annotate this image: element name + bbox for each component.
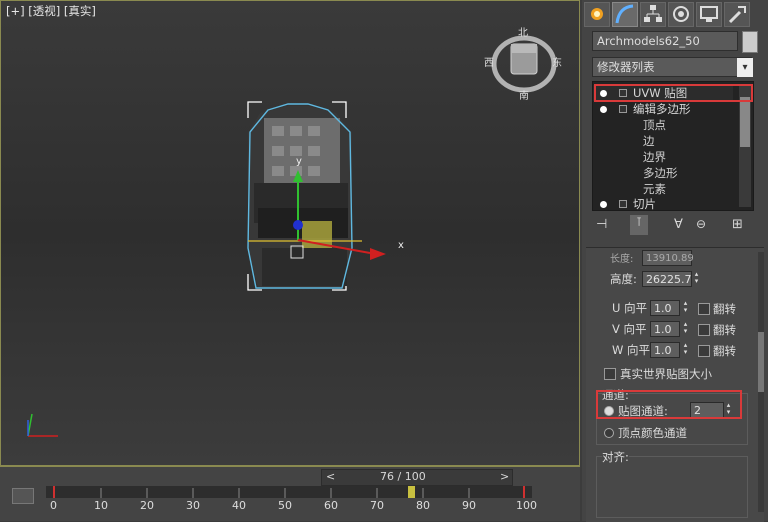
alignment-group [596, 456, 748, 518]
command-panel: Archmodels62_50 修改器列表 ▾ UVW 贴图 编辑多边形 顶点 … [582, 0, 768, 522]
tick-60: 60 [324, 499, 338, 512]
lightbulb-icon[interactable] [600, 106, 607, 113]
stack-item-edit-poly[interactable]: 编辑多边形 [593, 101, 733, 117]
spinner-arrows-icon[interactable]: ▴ ▾ [681, 342, 690, 358]
configure-sets-icon[interactable]: ⊞ [732, 217, 743, 232]
tick-30: 30 [186, 499, 200, 512]
u-tile-spinner[interactable]: 1.0 [650, 300, 680, 316]
stack-label: 切片 [633, 197, 656, 211]
utilities-tab-icon[interactable] [724, 2, 750, 27]
real-world-checkbox[interactable] [604, 368, 616, 380]
tick-100: 100 [516, 499, 537, 512]
stack-label: 多边形 [643, 166, 678, 180]
tick-90: 90 [462, 499, 476, 512]
motion-tab-icon[interactable] [668, 2, 694, 27]
mini-listener-icon[interactable] [12, 488, 34, 504]
timeline-area: < 76 / 100 > [0, 466, 580, 521]
time-prev-button[interactable]: < [326, 470, 335, 483]
time-slider[interactable]: < 76 / 100 > [321, 469, 513, 486]
timeline-separator [0, 466, 580, 467]
length-label: 长度: [610, 254, 634, 265]
viewcube-west[interactable]: 西 [484, 54, 494, 69]
frame-readout: 76 / 100 [380, 470, 426, 483]
stack-scrollbar[interactable] [739, 85, 751, 207]
vertex-color-label: 顶点颜色通道 [618, 426, 687, 440]
track-bar[interactable] [46, 486, 532, 498]
modifier-list-dropdown[interactable]: 修改器列表 [592, 57, 752, 77]
real-world-label: 真实世界贴图大小 [620, 367, 712, 381]
stack-toolbar: ⊣ ⊺ ∀ ⊖ ⊞ [592, 215, 752, 237]
highlight-map-channel [596, 390, 742, 419]
stack-item-slice[interactable]: 切片 [593, 196, 733, 212]
stack-label: 元素 [643, 182, 666, 196]
length-spinner[interactable]: 13910.89 [642, 250, 694, 266]
parameters-rollout: 长度: 13910.89 高度: 26225.7 ▴ ▾ U 向平 1.0 ▴ ▾ … [586, 247, 764, 522]
viewport-label[interactable]: [+] [透视] [真实] [6, 3, 96, 19]
time-next-button[interactable]: > [500, 470, 509, 483]
stack-sub-vertex[interactable]: 顶点 [643, 117, 666, 133]
stack-sub-polygon[interactable]: 多边形 [643, 165, 678, 181]
lightbulb-icon[interactable] [600, 201, 607, 208]
selected-model[interactable]: y x [240, 98, 410, 298]
tick-50: 50 [278, 499, 292, 512]
collapse-icon[interactable] [619, 105, 627, 113]
remove-modifier-icon[interactable]: ⊖ [696, 217, 706, 231]
tick-70: 70 [370, 499, 384, 512]
v-tile-label: V 向平 [612, 322, 647, 336]
spinner-arrows-icon[interactable]: ▴ ▾ [681, 321, 690, 337]
create-tab-icon[interactable] [584, 2, 610, 27]
make-unique-icon[interactable]: ∀ [674, 217, 683, 232]
stack-sub-border[interactable]: 边界 [643, 149, 666, 165]
w-flip-label: 翻转 [713, 344, 736, 358]
viewcube-south[interactable]: 南 [519, 87, 529, 102]
world-axis-icon [27, 413, 58, 437]
alignment-group-label: 对齐: [602, 449, 629, 465]
u-tile-label: U 向平 [612, 301, 648, 315]
vertex-color-radio[interactable] [604, 428, 614, 438]
highlight-uvw-map [594, 84, 753, 102]
tick-80: 80 [416, 499, 430, 512]
stack-sub-element[interactable]: 元素 [643, 181, 666, 197]
viewcube-east[interactable]: 东 [552, 54, 562, 69]
modify-tab-icon[interactable] [612, 2, 638, 27]
v-tile-spinner[interactable]: 1.0 [650, 321, 680, 337]
v-flip-checkbox[interactable] [698, 324, 710, 336]
tick-20: 20 [140, 499, 154, 512]
stack-label: 边 [643, 134, 655, 148]
spinner-arrows-icon[interactable]: ▴ ▾ [681, 300, 690, 316]
w-tile-spinner[interactable]: 1.0 [650, 342, 680, 358]
w-tile-label: W 向平 [612, 343, 651, 357]
height-label: 高度: [610, 272, 637, 286]
u-flip-label: 翻转 [713, 302, 736, 316]
stack-label: 边界 [643, 150, 666, 164]
object-color-swatch[interactable] [742, 31, 758, 53]
display-tab-icon[interactable] [696, 2, 722, 27]
viewcube[interactable]: 北 南 东 西 [484, 24, 562, 102]
panel-scrollbar[interactable] [758, 252, 764, 512]
hierarchy-tab-icon[interactable] [640, 2, 666, 27]
viewcube-north[interactable]: 北 [518, 24, 528, 39]
chevron-down-icon[interactable]: ▾ [737, 58, 753, 77]
expand-icon[interactable] [619, 200, 627, 208]
tick-10: 10 [94, 499, 108, 512]
stack-label: 编辑多边形 [633, 102, 691, 116]
model-graphic [247, 101, 386, 291]
perspective-viewport[interactable]: [+] [透视] [真实] 北 南 东 西 y x [0, 0, 580, 466]
object-name-field[interactable]: Archmodels62_50 [592, 31, 738, 51]
v-flip-label: 翻转 [713, 323, 736, 337]
spinner-arrows-icon[interactable]: ▴ ▾ [692, 271, 701, 287]
stack-label: 顶点 [643, 118, 666, 132]
tick-0: 0 [50, 499, 57, 512]
gizmo-y-label: y [296, 156, 302, 167]
stack-sub-edge[interactable]: 边 [643, 133, 655, 149]
track-ticks [53, 486, 525, 498]
gizmo-x-label: x [398, 240, 404, 251]
u-flip-checkbox[interactable] [698, 303, 710, 315]
w-flip-checkbox[interactable] [698, 345, 710, 357]
pin-stack-icon[interactable]: ⊣ [596, 217, 607, 232]
height-spinner[interactable]: 26225.7 [642, 271, 692, 287]
tick-40: 40 [232, 499, 246, 512]
show-end-result-icon[interactable]: ⊺ [630, 215, 648, 235]
